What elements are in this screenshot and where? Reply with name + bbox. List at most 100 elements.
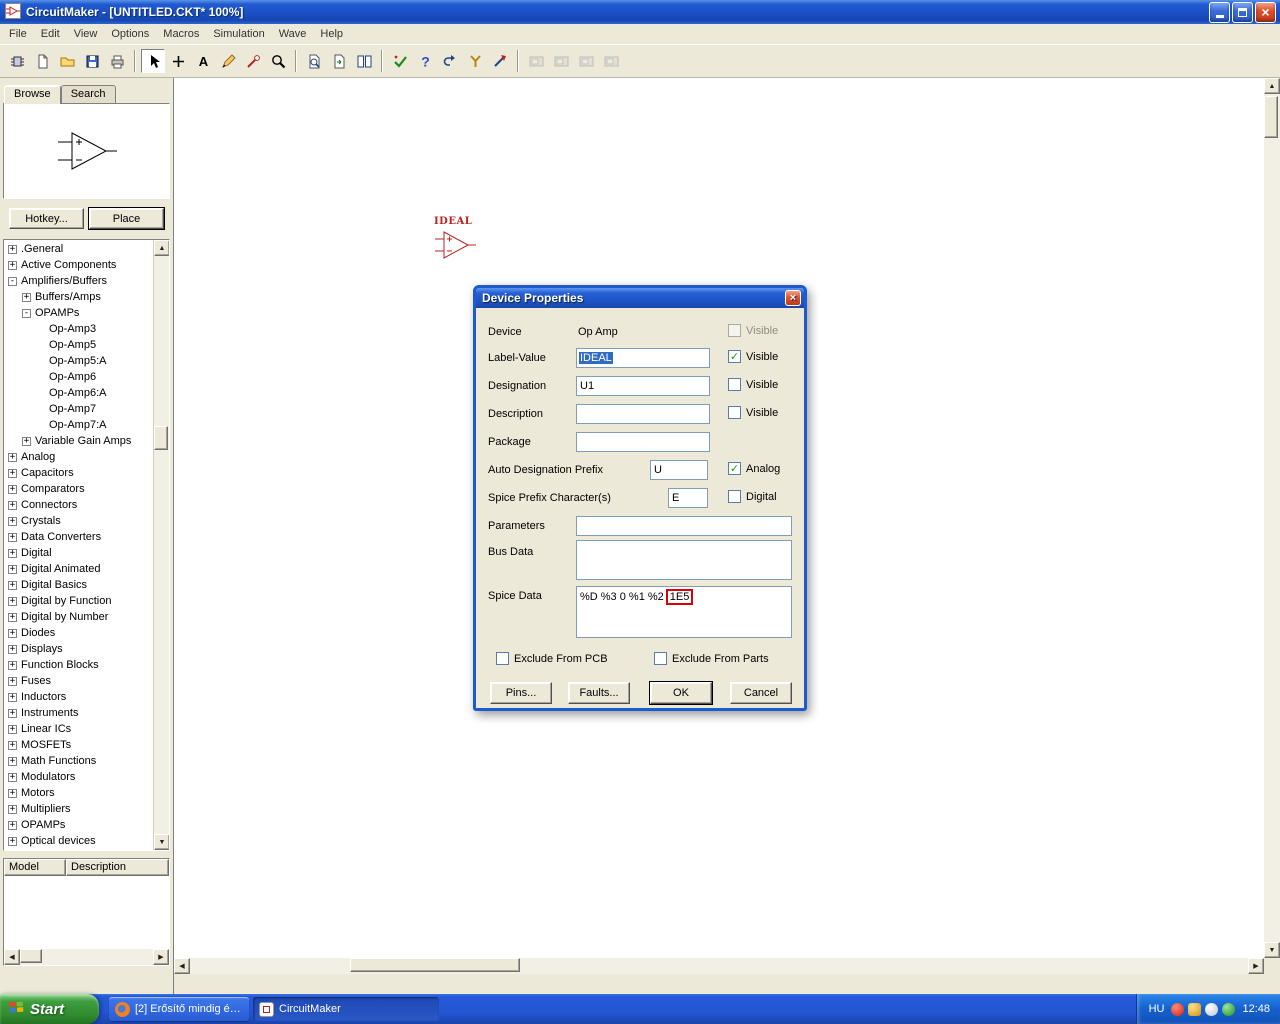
spice-prefix-input[interactable]	[668, 488, 708, 508]
scroll-right-button[interactable]: ▶	[1248, 958, 1264, 974]
expand-icon[interactable]: +	[8, 452, 17, 462]
model-scrollbar[interactable]: ◀ ▶	[4, 949, 169, 965]
taskbar-task-2[interactable]: CircuitMaker	[253, 997, 439, 1021]
spice-data-input[interactable]: %D %3 0 %1 %2 1E5	[576, 586, 792, 638]
tree-item[interactable]: + Math Functions	[4, 753, 153, 769]
tree-item[interactable]: + Function Blocks	[4, 657, 153, 673]
designation-visible-checkbox[interactable]: Visible	[728, 378, 778, 391]
scrollbar-track[interactable]	[20, 949, 153, 965]
menu-item-file[interactable]: File	[2, 25, 34, 43]
tree-item[interactable]: + Comparators	[4, 481, 153, 497]
collapse-icon[interactable]: -	[22, 308, 31, 318]
expand-icon[interactable]: +	[8, 692, 17, 702]
volume-icon[interactable]	[1205, 1002, 1219, 1016]
start-button[interactable]: Start	[0, 994, 99, 1024]
tree-item[interactable]: - Amplifiers/Buffers	[4, 273, 153, 289]
expand-icon[interactable]: +	[8, 660, 17, 670]
tree-item[interactable]: + Multipliers	[4, 801, 153, 817]
scroll-right-button[interactable]: ▶	[153, 949, 169, 965]
tree-item[interactable]: Op-Amp5:A	[4, 353, 153, 369]
expand-icon[interactable]: +	[8, 772, 17, 782]
split-view-button[interactable]	[352, 49, 376, 73]
open-file-button[interactable]	[55, 49, 79, 73]
part-search-button[interactable]	[302, 49, 326, 73]
expand-icon[interactable]: +	[8, 708, 17, 718]
tree-item[interactable]: + Connectors	[4, 497, 153, 513]
tree-item[interactable]: - OPAMPs	[4, 305, 153, 321]
expand-icon[interactable]: +	[8, 548, 17, 558]
scroll-down-button[interactable]: ▼	[154, 834, 169, 850]
scope-probe-button[interactable]	[463, 49, 487, 73]
menu-item-help[interactable]: Help	[313, 25, 350, 43]
menu-item-edit[interactable]: Edit	[34, 25, 67, 43]
collapse-icon[interactable]: -	[8, 276, 17, 286]
tree-item[interactable]: + Crystals	[4, 513, 153, 529]
pins-button[interactable]: Pins...	[490, 682, 552, 704]
scrollbar-thumb[interactable]	[350, 958, 520, 972]
tree-item[interactable]: + Digital Animated	[4, 561, 153, 577]
expand-icon[interactable]: +	[8, 516, 17, 526]
save-file-button[interactable]	[80, 49, 104, 73]
scroll-down-button[interactable]: ▼	[1264, 942, 1280, 958]
minimize-button[interactable]	[1209, 1, 1230, 23]
faults-button[interactable]: Faults...	[568, 682, 630, 704]
auto-designation-prefix-input[interactable]	[650, 460, 708, 480]
refresh-screen-button[interactable]	[327, 49, 351, 73]
tab-browse[interactable]: Browse	[4, 85, 61, 104]
language-indicator[interactable]: HU	[1149, 1003, 1165, 1015]
tree-item[interactable]: + Buffers/Amps	[4, 289, 153, 305]
scrollbar-track[interactable]	[1264, 94, 1280, 942]
cancel-button[interactable]: Cancel	[730, 682, 792, 704]
parameters-input[interactable]	[576, 516, 792, 536]
parts-browser-button[interactable]	[5, 49, 29, 73]
scrollbar-thumb[interactable]	[1264, 96, 1278, 138]
dialog-title-bar[interactable]: Device Properties ×	[476, 288, 804, 308]
expand-icon[interactable]: +	[8, 484, 17, 494]
expand-icon[interactable]: +	[8, 532, 17, 542]
tree-item[interactable]: + Inductors	[4, 689, 153, 705]
scrollbar-thumb[interactable]	[20, 949, 42, 963]
tree-item[interactable]: + Active Components	[4, 257, 153, 273]
placed-opamp-component[interactable]: IDEAL	[432, 216, 480, 268]
network-status-icon[interactable]	[1222, 1002, 1236, 1016]
model-column-header[interactable]: Model	[4, 859, 66, 876]
zoom-tool-button[interactable]	[266, 49, 290, 73]
tree-item[interactable]: + Instruments	[4, 705, 153, 721]
tree-item[interactable]: + MOSFETs	[4, 737, 153, 753]
scrollbar-track[interactable]	[190, 958, 1248, 974]
digital-checkbox[interactable]: Digital	[728, 490, 777, 503]
taskbar-task-1[interactable]: [2] Erősítő mindig és ...	[109, 997, 249, 1021]
run-simulation-button[interactable]	[488, 49, 512, 73]
reset-simulation-button[interactable]	[438, 49, 462, 73]
scrollbar-track[interactable]	[154, 256, 169, 834]
title-bar[interactable]: CircuitMaker - [UNTITLED.CKT* 100%] ×	[0, 0, 1280, 24]
rule-check-button[interactable]	[388, 49, 412, 73]
tree-item[interactable]: + Digital by Number	[4, 609, 153, 625]
tree-item[interactable]: + Fuses	[4, 673, 153, 689]
tree-item[interactable]: Op-Amp5	[4, 337, 153, 353]
canvas-horizontal-scrollbar[interactable]: ◀ ▶	[174, 958, 1264, 974]
analog-checkbox[interactable]: ✓ Analog	[728, 462, 780, 475]
menu-item-options[interactable]: Options	[104, 25, 156, 43]
label-value-visible-checkbox[interactable]: ✓ Visible	[728, 350, 778, 363]
designation-input[interactable]	[576, 376, 710, 396]
expand-icon[interactable]: +	[8, 260, 17, 270]
text-tool-button[interactable]: A	[191, 49, 215, 73]
menu-item-wave[interactable]: Wave	[272, 25, 314, 43]
scroll-up-button[interactable]: ▲	[154, 240, 169, 256]
tab-search[interactable]: Search	[60, 85, 116, 103]
tree-item[interactable]: + Digital Basics	[4, 577, 153, 593]
scrollbar-thumb[interactable]	[154, 426, 168, 450]
scroll-left-button[interactable]: ◀	[174, 958, 190, 974]
package-input[interactable]	[576, 432, 710, 452]
canvas-vertical-scrollbar[interactable]: ▲ ▼	[1264, 78, 1280, 958]
tree-item[interactable]: Op-Amp3	[4, 321, 153, 337]
tree-item[interactable]: Op-Amp6	[4, 369, 153, 385]
hotkey-button[interactable]: Hotkey...	[9, 208, 84, 229]
tree-scrollbar[interactable]: ▲ ▼	[153, 240, 169, 850]
expand-icon[interactable]: +	[22, 436, 31, 446]
description-visible-checkbox[interactable]: Visible	[728, 406, 778, 419]
tree-item[interactable]: + Motors	[4, 785, 153, 801]
expand-icon[interactable]: +	[8, 756, 17, 766]
expand-icon[interactable]: +	[8, 580, 17, 590]
